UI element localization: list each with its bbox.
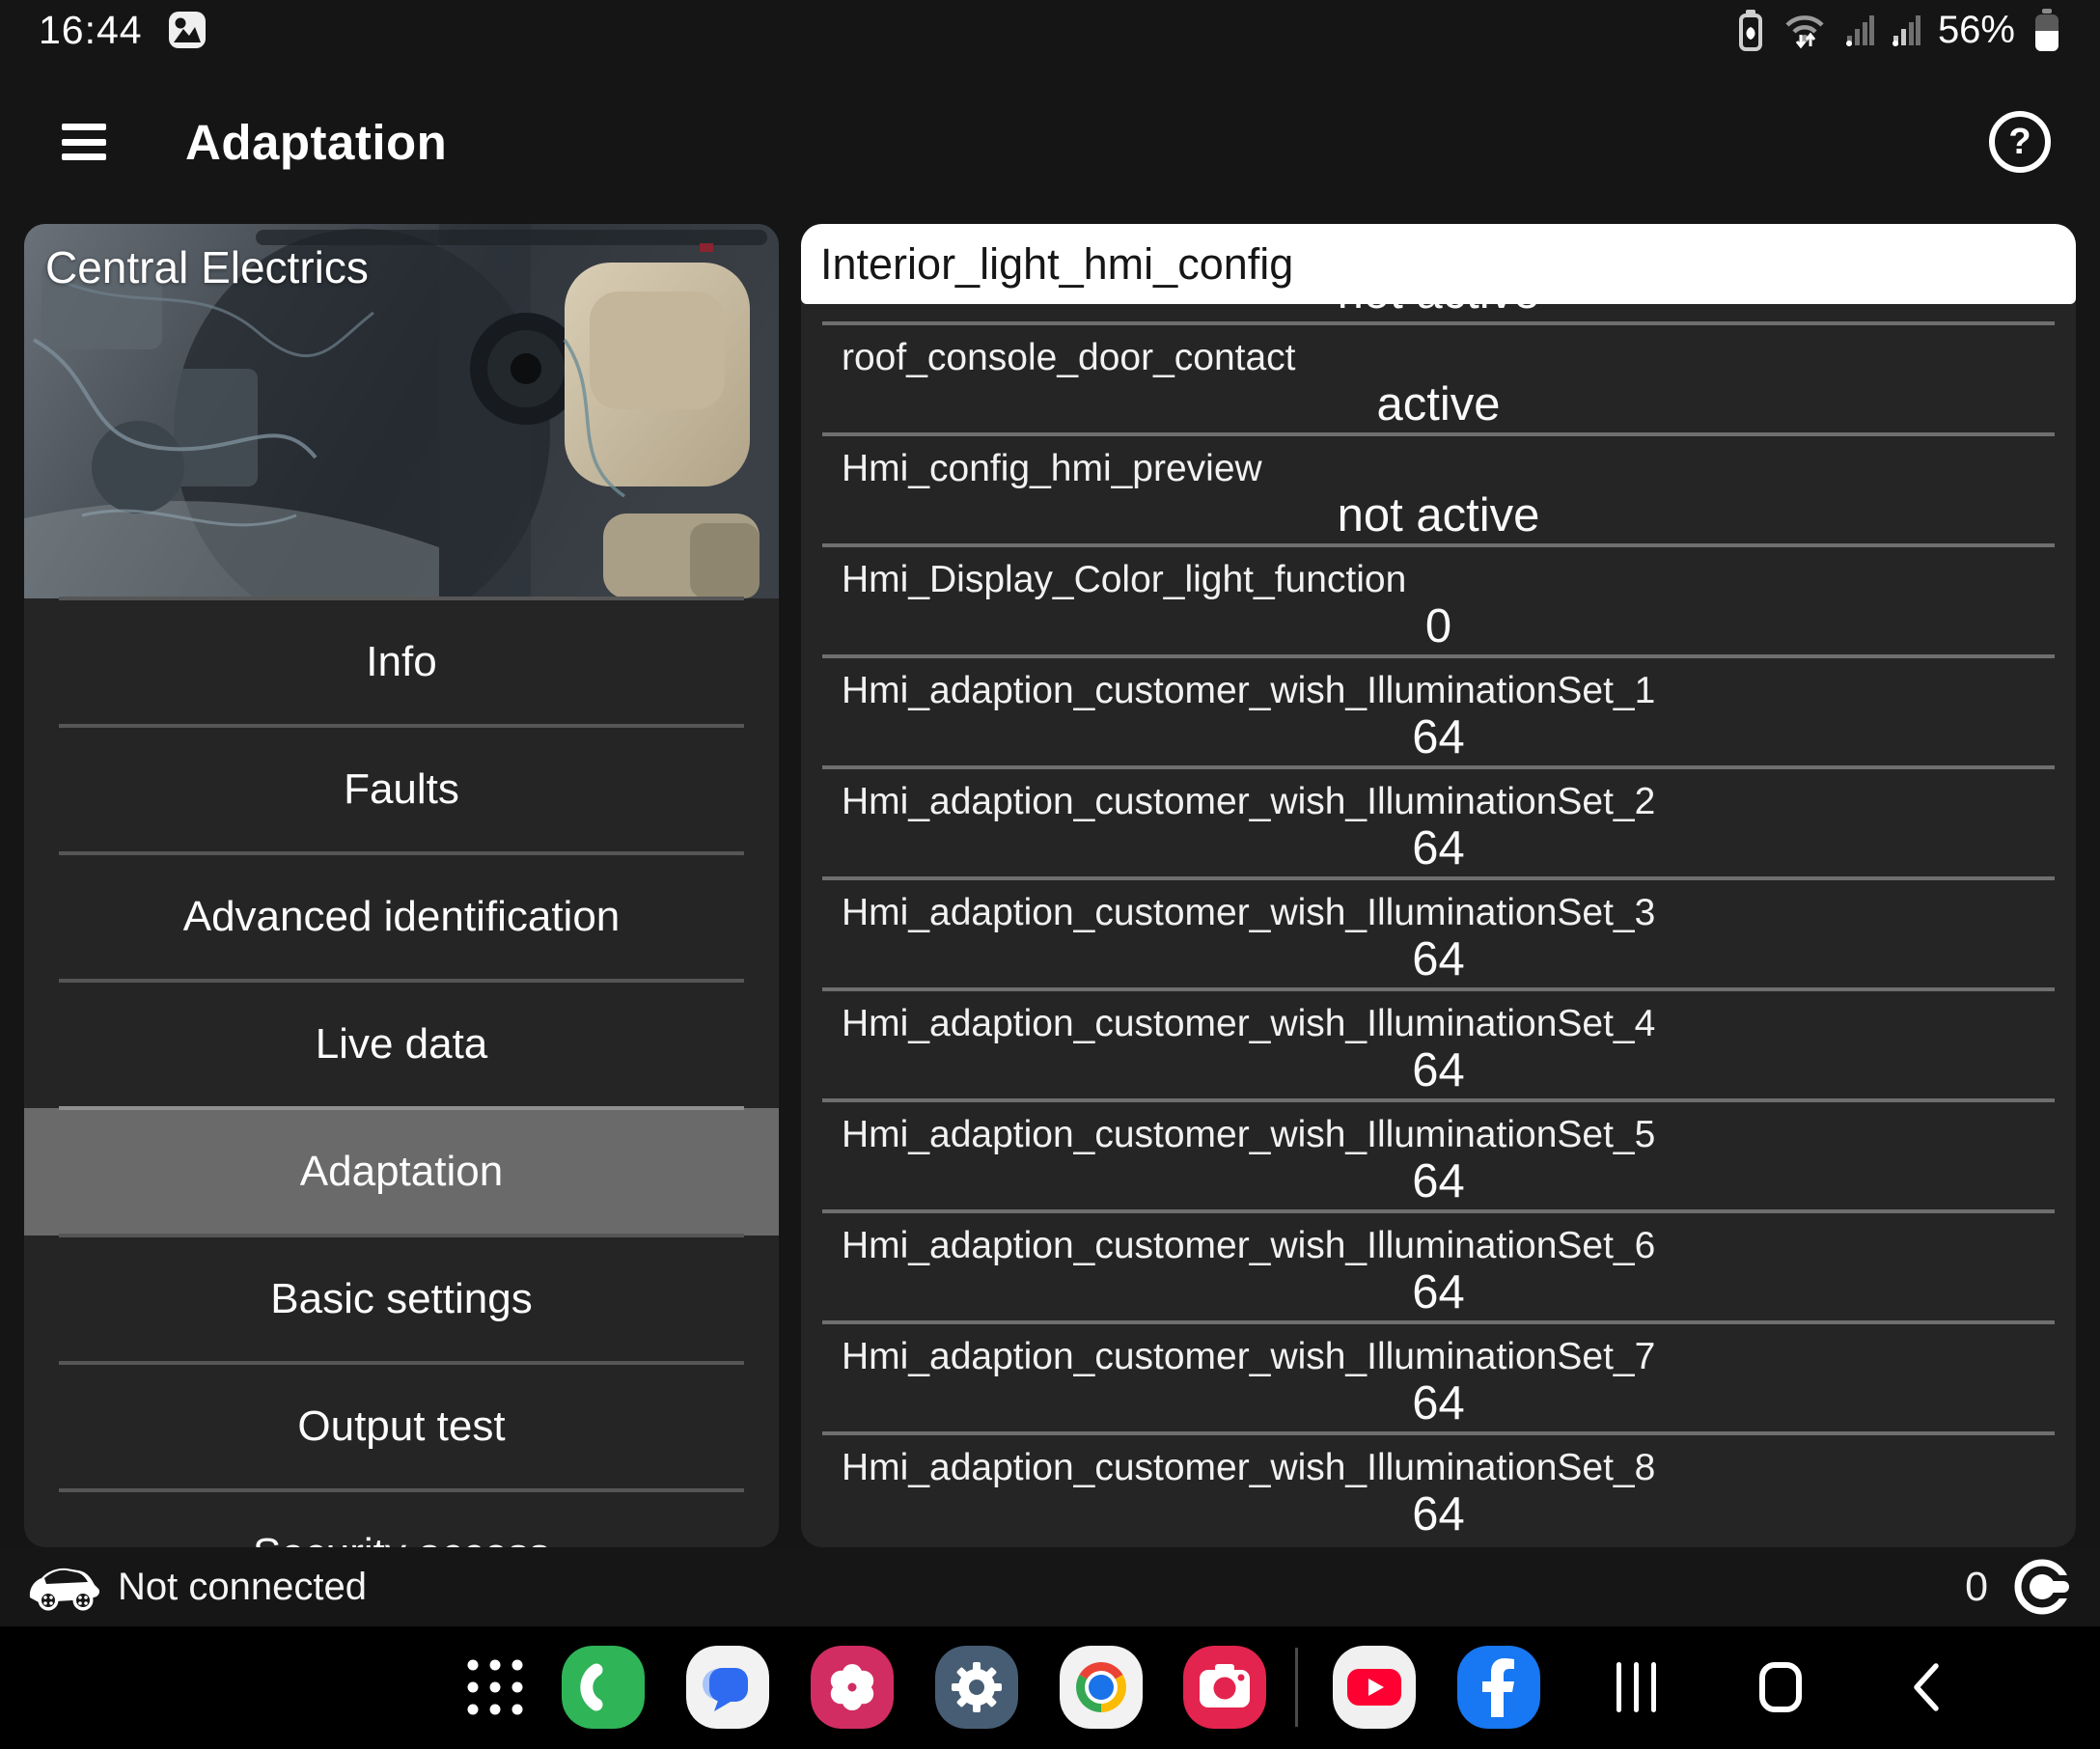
- help-icon[interactable]: ?: [1989, 111, 2051, 173]
- adaptation-row[interactable]: Hmi_adaption_customer_wish_IlluminationS…: [801, 765, 2076, 876]
- menu-item[interactable]: Faults: [24, 726, 779, 853]
- adaptation-row-value: 64: [801, 1154, 2076, 1208]
- menu-item-label: Info: [366, 638, 436, 686]
- connection-bar: Not connected 0: [0, 1547, 2100, 1626]
- adaptation-row-value: 64: [801, 1376, 2076, 1430]
- adaptation-row-label: Hmi_adaption_customer_wish_IlluminationS…: [842, 1114, 1655, 1156]
- adaptation-list: roof_console_door_contact active Hmi_con…: [801, 321, 2076, 1542]
- facebook-icon[interactable]: [1457, 1646, 1540, 1729]
- screen: 16:44: [0, 0, 2100, 1749]
- app-bar: Adaptation ?: [0, 60, 2100, 224]
- adaptation-row-label: Hmi_config_hmi_preview: [842, 448, 1262, 490]
- menu-item[interactable]: Info: [24, 598, 779, 726]
- module-hero-image: Central Electrics: [24, 224, 779, 598]
- clock: 16:44: [39, 8, 143, 53]
- adaptation-row-value: 0: [801, 599, 2076, 653]
- adaptation-row[interactable]: Hmi_adaption_customer_wish_IlluminationS…: [801, 1209, 2076, 1320]
- menu-item[interactable]: Output test: [24, 1363, 779, 1490]
- credits-area: 0: [1965, 1556, 2073, 1618]
- menu-item[interactable]: Live data: [24, 981, 779, 1108]
- adaptation-row-value: 64: [801, 1487, 2076, 1541]
- menu-item-label: Faults: [344, 765, 459, 814]
- adaptation-row-label: Hmi_adaption_customer_wish_IlluminationS…: [842, 1003, 1655, 1045]
- adaptation-row-value: 64: [801, 821, 2076, 875]
- menu-item[interactable]: Security access: [24, 1490, 779, 1547]
- signal-icon-2: [1892, 13, 1920, 47]
- menu-item[interactable]: Basic settings: [24, 1235, 779, 1363]
- menu-item[interactable]: Adaptation: [24, 1108, 779, 1235]
- chrome-icon[interactable]: [1060, 1646, 1143, 1729]
- page-title: Adaptation: [185, 114, 447, 171]
- adaptation-row-value: 64: [801, 1043, 2076, 1097]
- home-icon[interactable]: [1759, 1662, 1802, 1712]
- channel-name: Interior_light_hmi_config: [820, 239, 1293, 290]
- battery-saver-icon: [1737, 8, 1764, 52]
- credits-icon[interactable]: [2011, 1556, 2073, 1618]
- adaptation-row[interactable]: Hmi_adaption_customer_wish_IlluminationS…: [801, 1098, 2076, 1209]
- adaptation-row-label: Hmi_adaption_customer_wish_IlluminationS…: [842, 1447, 1655, 1489]
- adaptation-row[interactable]: Hmi_adaption_customer_wish_IlluminationS…: [801, 654, 2076, 765]
- status-right: 56%: [1737, 7, 2061, 53]
- settings-icon[interactable]: [935, 1646, 1018, 1729]
- adaptation-panel: Interior_light_hmi_config not active roo…: [801, 224, 2076, 1547]
- adaptation-row-label: Hmi_adaption_customer_wish_IlluminationS…: [842, 1225, 1655, 1267]
- clipped-value: not active: [801, 304, 2076, 319]
- camera-icon[interactable]: [1183, 1646, 1266, 1729]
- module-title: Central Electrics: [45, 241, 369, 293]
- module-panel: Central Electrics Info Faults Advanced i…: [24, 224, 779, 1547]
- content: Central Electrics Info Faults Advanced i…: [24, 224, 2076, 1547]
- menu-item[interactable]: Advanced identification: [24, 853, 779, 981]
- adaptation-row-label: Hmi_adaption_customer_wish_IlluminationS…: [842, 670, 1655, 712]
- credits-count: 0: [1965, 1564, 1988, 1611]
- adaptation-row-value: 64: [801, 710, 2076, 764]
- adaptation-row-label: Hmi_adaption_customer_wish_IlluminationS…: [842, 781, 1655, 823]
- channel-header[interactable]: Interior_light_hmi_config: [801, 224, 2076, 304]
- nav-bar: [0, 1626, 2100, 1749]
- back-icon[interactable]: [1909, 1660, 1944, 1714]
- adaptation-row-value: not active: [801, 488, 2076, 542]
- adaptation-row[interactable]: Hmi_config_hmi_preview not active: [801, 432, 2076, 543]
- connection-status: Not connected: [118, 1566, 367, 1609]
- clipped-row: not active: [801, 304, 2076, 321]
- messages-icon[interactable]: [686, 1646, 769, 1729]
- car-icon: [27, 1563, 100, 1611]
- dock-separator: [1295, 1648, 1298, 1727]
- battery-icon: [2032, 7, 2061, 53]
- menu-item-label: Output test: [297, 1402, 505, 1451]
- adaptation-row-label: Hmi_adaption_customer_wish_IlluminationS…: [842, 1336, 1655, 1378]
- adaptation-row[interactable]: roof_console_door_contact active: [801, 321, 2076, 432]
- adaptation-row[interactable]: Hmi_adaption_customer_wish_IlluminationS…: [801, 1320, 2076, 1431]
- adaptation-row-value: 64: [801, 1265, 2076, 1319]
- app-drawer-icon[interactable]: [466, 1658, 524, 1716]
- youtube-icon[interactable]: [1333, 1646, 1416, 1729]
- status-bar: 16:44: [0, 0, 2100, 60]
- menu-icon[interactable]: [62, 124, 106, 160]
- adaptation-row[interactable]: Hmi_adaption_customer_wish_IlluminationS…: [801, 987, 2076, 1098]
- adaptation-row-label: Hmi_Display_Color_light_function: [842, 559, 1406, 601]
- phone-icon[interactable]: [562, 1646, 645, 1729]
- menu-item-label: Basic settings: [270, 1275, 532, 1323]
- menu-item-label: Adaptation: [300, 1148, 503, 1196]
- adaptation-row-label: Hmi_adaption_customer_wish_IlluminationS…: [842, 892, 1655, 934]
- module-menu: Info Faults Advanced identification Live…: [24, 598, 779, 1547]
- menu-item-label: Live data: [316, 1020, 488, 1069]
- help-glyph: ?: [2008, 122, 2031, 163]
- recents-icon[interactable]: [1616, 1660, 1658, 1714]
- signal-icon: [1845, 13, 1874, 47]
- gallery-icon[interactable]: [811, 1646, 894, 1729]
- adaptation-row[interactable]: Hmi_adaption_customer_wish_IlluminationS…: [801, 1431, 2076, 1542]
- screenshot-icon: [168, 11, 207, 49]
- menu-item-label: Security access: [253, 1530, 550, 1547]
- status-left: 16:44: [39, 8, 207, 53]
- adaptation-row[interactable]: Hmi_Display_Color_light_function 0: [801, 543, 2076, 654]
- battery-percent: 56%: [1938, 9, 2015, 52]
- adaptation-row[interactable]: Hmi_adaption_customer_wish_IlluminationS…: [801, 876, 2076, 987]
- adaptation-row-value: active: [801, 377, 2076, 431]
- adaptation-row-label: roof_console_door_contact: [842, 337, 1296, 379]
- wifi-icon: [1782, 8, 1828, 52]
- adaptation-row-value: 64: [801, 932, 2076, 986]
- menu-item-label: Advanced identification: [183, 893, 621, 941]
